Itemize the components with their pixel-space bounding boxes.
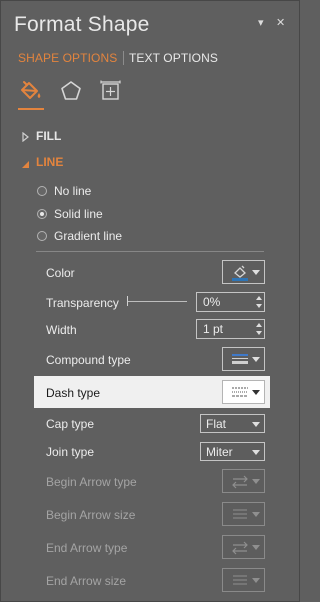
join-type-select[interactable]: Miter — [200, 442, 265, 461]
chevron-down-icon — [252, 422, 260, 427]
join-type-value: Miter — [206, 445, 233, 459]
arrow-type-icon — [232, 475, 248, 489]
section-divider — [36, 251, 264, 252]
dash-lines-icon — [232, 387, 248, 397]
chevron-down-icon — [252, 450, 260, 455]
fill-section-header[interactable]: FILL — [36, 129, 61, 143]
cap-type-label: Cap type — [46, 417, 95, 431]
compound-type-button[interactable] — [222, 347, 265, 371]
compound-lines-icon — [232, 354, 248, 364]
transparency-label: Transparency — [46, 296, 119, 310]
line-color-button[interactable] — [222, 260, 265, 284]
end-arrow-size-label: End Arrow size — [46, 574, 127, 588]
fill-line-icon[interactable] — [18, 78, 44, 104]
width-label: Width — [46, 323, 77, 337]
transparency-input[interactable]: 0% — [196, 292, 265, 312]
cap-type-select[interactable]: Flat — [200, 414, 265, 433]
end-arrow-size-button[interactable] — [222, 568, 265, 592]
chevron-down-icon — [252, 479, 260, 484]
transparency-slider-track[interactable] — [127, 301, 187, 302]
no-line-label[interactable]: No line — [54, 184, 91, 198]
collapsed-chevron-icon — [22, 131, 29, 143]
spin-down-icon[interactable] — [256, 331, 262, 335]
line-section-toggle[interactable] — [21, 156, 30, 174]
chevron-down-icon — [252, 545, 260, 550]
begin-arrow-size-button[interactable] — [222, 502, 265, 526]
chevron-down-icon — [252, 578, 260, 583]
solid-line-label[interactable]: Solid line — [54, 207, 103, 221]
effects-pentagon-icon[interactable] — [58, 78, 84, 104]
chevron-down-icon — [252, 357, 260, 362]
dash-type-button[interactable] — [222, 380, 265, 404]
expanded-chevron-icon — [22, 161, 29, 168]
transparency-slider-thumb[interactable] — [127, 296, 128, 306]
gradient-line-radio[interactable] — [37, 231, 47, 241]
end-arrow-type-button[interactable] — [222, 535, 265, 559]
tab-text-options[interactable]: TEXT OPTIONS — [129, 51, 218, 65]
begin-arrow-type-label: Begin Arrow type — [46, 475, 137, 489]
cap-type-value: Flat — [206, 417, 227, 431]
line-section-header[interactable]: LINE — [36, 155, 63, 169]
arrow-type-icon — [232, 541, 248, 555]
chevron-down-icon — [252, 390, 260, 395]
tab-separator — [123, 51, 124, 65]
transparency-value: 0% — [203, 295, 221, 309]
tab-shape-options[interactable]: SHAPE OPTIONS — [18, 51, 117, 65]
arrow-size-icon — [233, 509, 247, 519]
begin-arrow-type-button[interactable] — [222, 469, 265, 493]
pane-title: Format Shape — [14, 13, 150, 36]
outline-color-icon — [232, 265, 248, 281]
join-type-label: Join type — [46, 445, 95, 459]
end-arrow-type-label: End Arrow type — [46, 541, 128, 555]
selected-category-indicator — [18, 108, 44, 110]
spin-down-icon[interactable] — [256, 304, 262, 308]
gradient-line-label[interactable]: Gradient line — [54, 229, 122, 243]
task-pane-options-icon[interactable]: ▾ — [258, 16, 264, 29]
chevron-down-icon — [252, 270, 260, 275]
solid-line-radio[interactable] — [37, 209, 47, 219]
chevron-down-icon — [252, 512, 260, 517]
arrow-size-icon — [233, 575, 247, 585]
close-icon[interactable]: ✕ — [276, 16, 285, 29]
begin-arrow-size-label: Begin Arrow size — [46, 508, 136, 522]
fill-section-toggle[interactable] — [22, 129, 30, 147]
width-value: 1 pt — [203, 322, 224, 336]
dash-type-label: Dash type — [46, 386, 101, 400]
width-input[interactable]: 1 pt — [196, 319, 265, 339]
color-label: Color — [46, 266, 75, 280]
size-properties-icon[interactable] — [98, 78, 124, 104]
no-line-radio[interactable] — [37, 186, 47, 196]
spin-up-icon[interactable] — [256, 296, 262, 300]
spin-up-icon[interactable] — [256, 323, 262, 327]
compound-type-label: Compound type — [46, 353, 131, 367]
